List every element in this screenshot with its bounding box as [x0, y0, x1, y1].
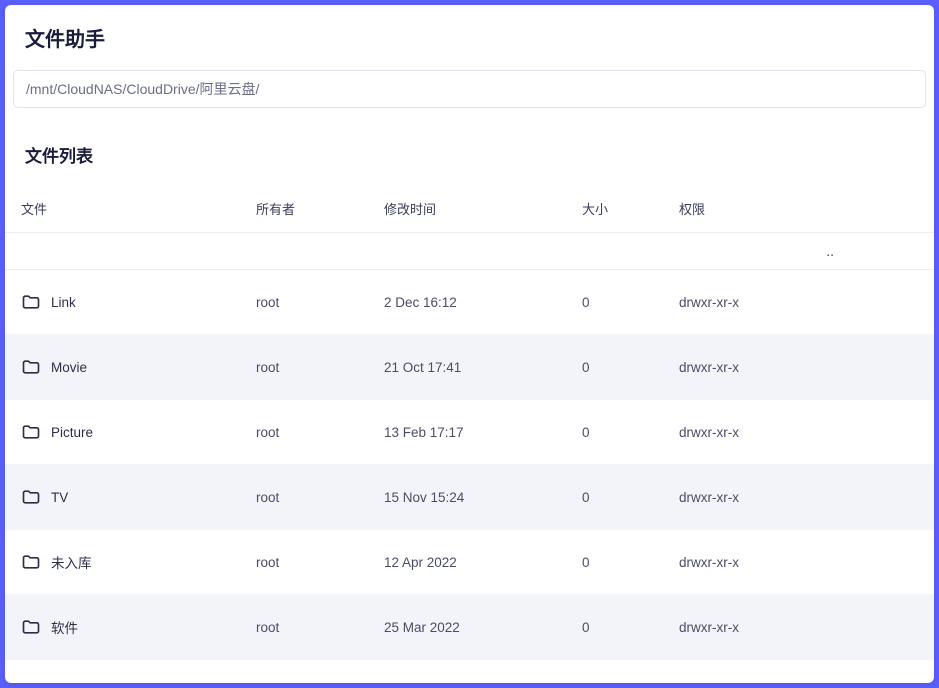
- file-permissions: drwxr-xr-x: [679, 620, 918, 635]
- file-name: Movie: [51, 360, 87, 375]
- file-modified: 12 Apr 2022: [384, 555, 582, 570]
- file-size: 0: [582, 295, 679, 310]
- parent-dir-label: ..: [826, 243, 834, 259]
- folder-icon: [21, 422, 41, 442]
- file-assistant-card: 文件助手 文件列表 文件 所有者 修改时间 大小 权限 .. Link root…: [5, 5, 934, 683]
- table-row[interactable]: 未入库 root 12 Apr 2022 0 drwxr-xr-x: [5, 530, 934, 595]
- file-owner: root: [256, 425, 384, 440]
- file-permissions: drwxr-xr-x: [679, 490, 918, 505]
- file-permissions: drwxr-xr-x: [679, 295, 918, 310]
- file-permissions: drwxr-xr-x: [679, 555, 918, 570]
- col-header-permissions: 权限: [679, 199, 918, 218]
- file-size: 0: [582, 425, 679, 440]
- col-header-modified: 修改时间: [384, 199, 582, 218]
- table-row[interactable]: Movie root 21 Oct 17:41 0 drwxr-xr-x: [5, 335, 934, 400]
- folder-icon: [21, 487, 41, 507]
- file-owner: root: [256, 620, 384, 635]
- table-row[interactable]: Picture root 13 Feb 17:17 0 drwxr-xr-x: [5, 400, 934, 465]
- table-row[interactable]: Link root 2 Dec 16:12 0 drwxr-xr-x: [5, 270, 934, 335]
- file-size: 0: [582, 490, 679, 505]
- folder-icon: [21, 617, 41, 637]
- file-size: 0: [582, 360, 679, 375]
- folder-icon: [21, 357, 41, 377]
- file-modified: 21 Oct 17:41: [384, 360, 582, 375]
- file-name: TV: [51, 490, 68, 505]
- page-title: 文件助手: [25, 23, 914, 52]
- table-row[interactable]: TV root 15 Nov 15:24 0 drwxr-xr-x: [5, 465, 934, 530]
- parent-dir-row[interactable]: ..: [5, 233, 934, 270]
- file-permissions: drwxr-xr-x: [679, 425, 918, 440]
- file-modified: 2 Dec 16:12: [384, 295, 582, 310]
- file-name: 软件: [51, 617, 78, 637]
- file-name: 未入库: [51, 552, 92, 572]
- header: 文件助手: [5, 5, 934, 70]
- file-permissions: drwxr-xr-x: [679, 360, 918, 375]
- folder-icon: [21, 292, 41, 312]
- file-modified: 25 Mar 2022: [384, 620, 582, 635]
- file-owner: root: [256, 490, 384, 505]
- file-name: Picture: [51, 425, 93, 440]
- file-size: 0: [582, 620, 679, 635]
- table-header: 文件 所有者 修改时间 大小 权限: [5, 185, 934, 233]
- file-owner: root: [256, 360, 384, 375]
- file-owner: root: [256, 555, 384, 570]
- path-input[interactable]: [13, 70, 926, 108]
- file-size: 0: [582, 555, 679, 570]
- table-row[interactable]: 软件 root 25 Mar 2022 0 drwxr-xr-x: [5, 595, 934, 660]
- folder-icon: [21, 552, 41, 572]
- col-header-file: 文件: [21, 199, 256, 218]
- file-table: 文件 所有者 修改时间 大小 权限 .. Link root 2 Dec 16:…: [5, 185, 934, 660]
- file-name: Link: [51, 295, 76, 310]
- path-section: [5, 70, 934, 126]
- list-title-row: 文件列表: [5, 126, 934, 185]
- col-header-size: 大小: [582, 199, 679, 218]
- col-header-owner: 所有者: [256, 199, 384, 218]
- file-modified: 13 Feb 17:17: [384, 425, 582, 440]
- file-modified: 15 Nov 15:24: [384, 490, 582, 505]
- list-title: 文件列表: [25, 142, 914, 167]
- file-owner: root: [256, 295, 384, 310]
